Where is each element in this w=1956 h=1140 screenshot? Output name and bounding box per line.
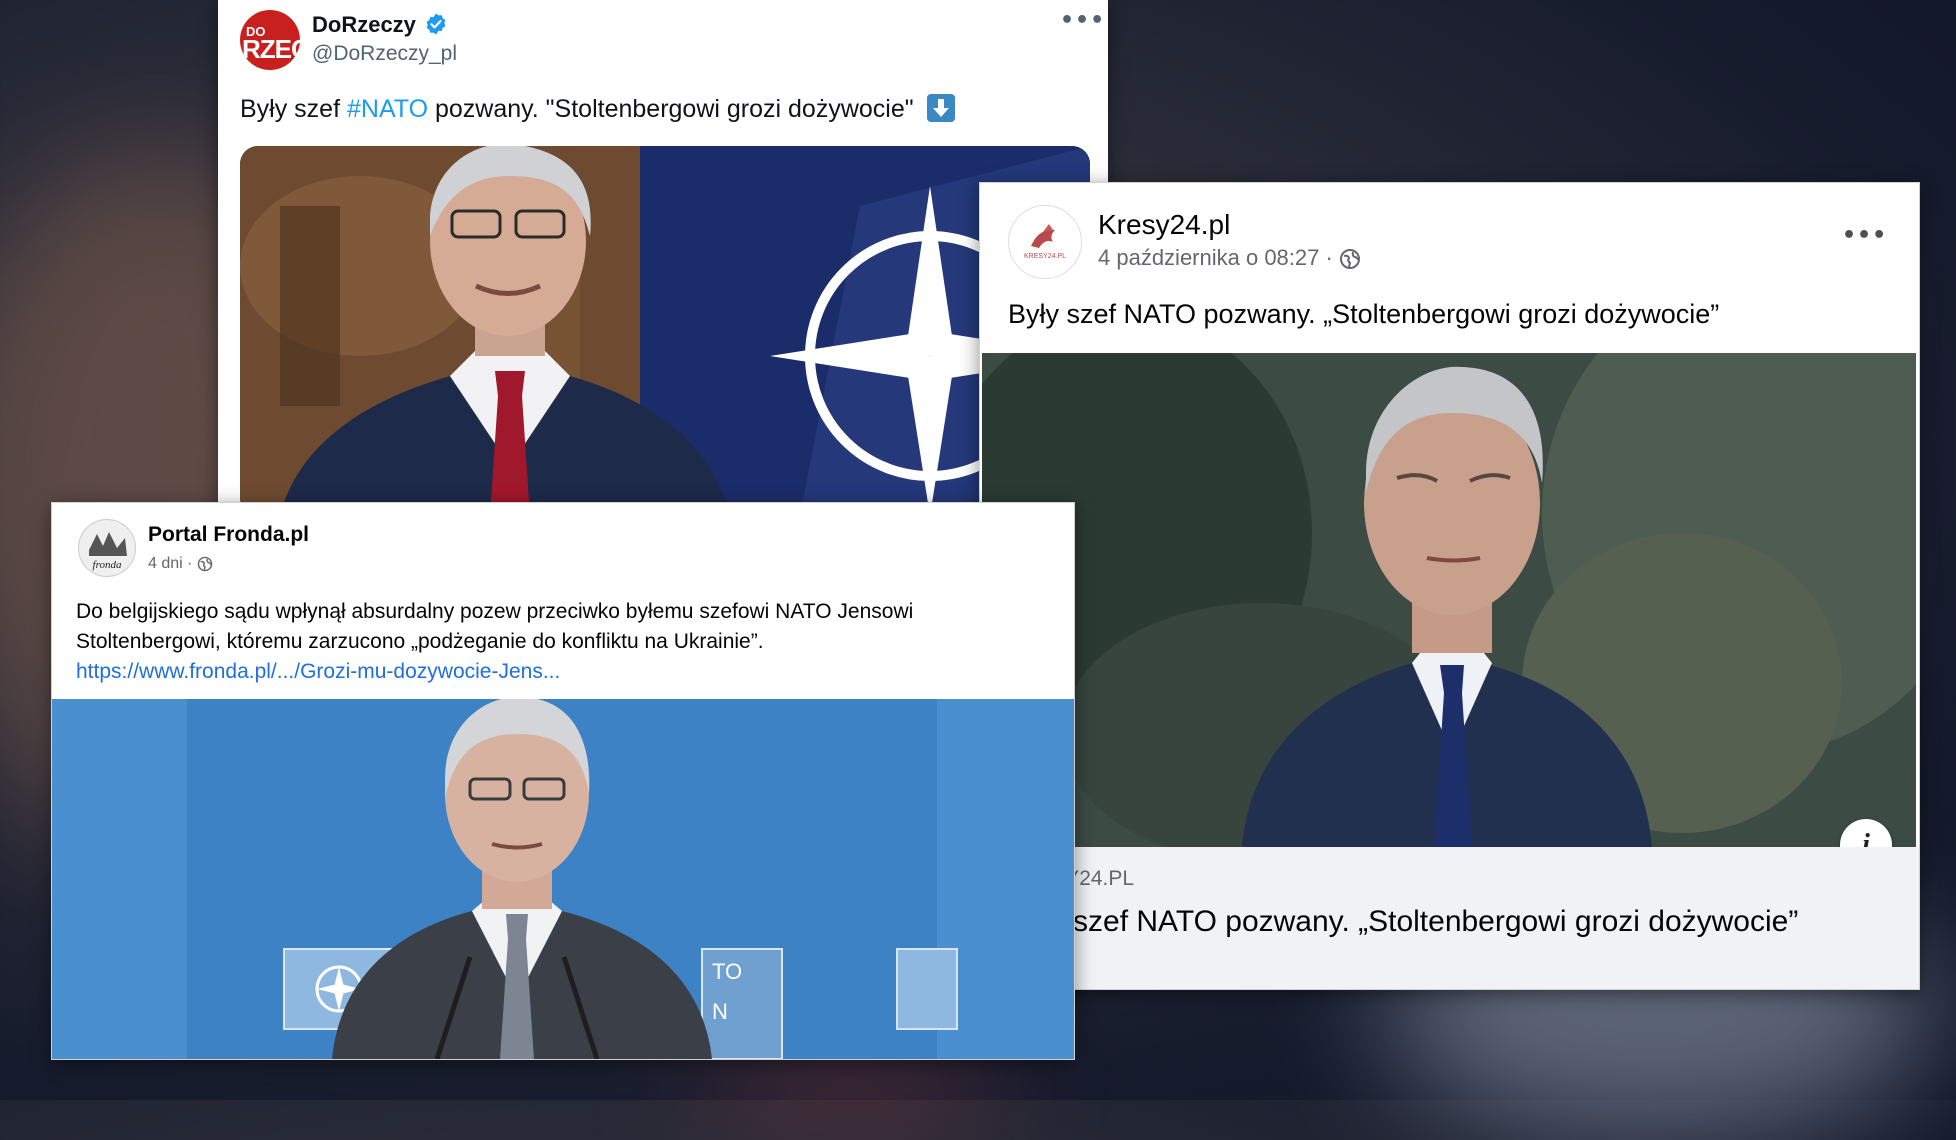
meta-separator: · xyxy=(182,555,197,572)
fronda-avatar[interactable]: fronda xyxy=(78,519,136,577)
hashtag-link[interactable]: #NATO xyxy=(347,95,428,123)
tweet-text-before: Były szef xyxy=(240,95,347,123)
kresy24-post-card: KRESY24.PL Kresy24.pl 4 października o 0… xyxy=(979,182,1920,990)
verified-badge-icon xyxy=(426,13,446,35)
podium-sign-text-1: TO xyxy=(712,959,742,984)
kresy24-post-text: Były szef NATO pozwany. „Stoltenbergowi … xyxy=(1008,299,1720,329)
fronda-video-still[interactable]: TO N xyxy=(52,696,1074,1059)
fronda-avatar-text: fronda xyxy=(93,559,122,571)
down-arrow-emoji-icon xyxy=(926,94,955,122)
tweet-account-name[interactable]: DoRzeczy xyxy=(312,12,416,38)
post-time[interactable]: 4 dni xyxy=(148,555,183,572)
kresy24-post-meta: 4 października o 08:27 · xyxy=(1098,245,1361,271)
tweet-text-after: pozwany. "Stoltenbergowi grozi dożywocie… xyxy=(428,95,914,123)
kresy24-avatar[interactable]: KRESY24.PL xyxy=(1008,205,1082,279)
tweet-text: Były szef #NATO pozwany. "Stoltenbergowi… xyxy=(240,94,955,124)
fronda-post-body: Do belgijskiego sądu wpłynął absurdalny … xyxy=(76,600,914,653)
fronda-post-text: Do belgijskiego sądu wpłynął absurdalny … xyxy=(76,597,1056,687)
fronda-article-link[interactable]: https://www.fronda.pl/.../Grozi-mu-dozyw… xyxy=(76,657,1056,687)
tweet-card: DO RZEC DoRzeczy @DoRzeczy_pl ••• Były s… xyxy=(218,0,1108,505)
fronda-page-name[interactable]: Portal Fronda.pl xyxy=(148,523,309,547)
public-globe-icon xyxy=(1339,249,1360,270)
podium-sign-text-2: N xyxy=(712,999,728,1024)
meta-separator: · xyxy=(1319,245,1339,270)
fronda-post-card: fronda Portal Fronda.pl 4 dni · Do belgi… xyxy=(51,502,1075,1060)
kresy24-link-photo[interactable] xyxy=(980,273,1919,863)
link-headline[interactable]: Były szef NATO pozwany. „Stoltenbergowi … xyxy=(1008,903,1888,941)
tweet-handle[interactable]: @DoRzeczy_pl xyxy=(312,42,457,66)
public-globe-icon xyxy=(197,556,213,572)
post-timestamp[interactable]: 4 października o 08:27 xyxy=(1098,245,1319,270)
link-preview[interactable]: KRESY24.PL Były szef NATO pozwany. „Stol… xyxy=(980,847,1919,989)
post-options-button[interactable]: ••• xyxy=(1842,223,1887,248)
tweet-more-options-button[interactable]: ••• xyxy=(1060,8,1105,33)
tweet-photo[interactable] xyxy=(240,146,1090,505)
fronda-post-meta: 4 dni · xyxy=(148,555,213,573)
dorzeczy-avatar[interactable]: DO RZEC xyxy=(240,10,300,70)
avatar-text-large: RZEC xyxy=(242,34,300,64)
kresy24-page-name[interactable]: Kresy24.pl xyxy=(1098,209,1230,241)
kresy24-avatar-text: KRESY24.PL xyxy=(1024,253,1066,260)
